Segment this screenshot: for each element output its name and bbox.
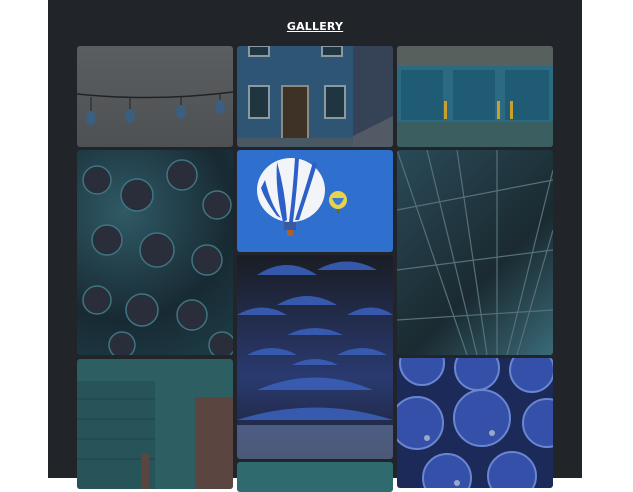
gallery-page: GALLERY (48, 0, 582, 492)
gallery-image-skyscraper[interactable] (397, 150, 553, 355)
gallery-title[interactable]: GALLERY (48, 20, 582, 33)
gallery-image-hot-air-balloons[interactable] (237, 150, 393, 252)
gallery-image-light-bulbs[interactable] (77, 46, 233, 147)
gallery-image-teal-wall[interactable] (237, 462, 393, 492)
gallery-image-garage-doors[interactable] (397, 46, 553, 147)
gallery-image-glass-spheres[interactable] (77, 150, 233, 355)
gallery-image-teal-wall-door[interactable] (77, 359, 233, 489)
gallery-image-umbrellas[interactable] (237, 255, 393, 459)
gallery-image-blue-house[interactable] (237, 46, 393, 147)
gallery-image-blue-barrels[interactable] (397, 358, 553, 488)
